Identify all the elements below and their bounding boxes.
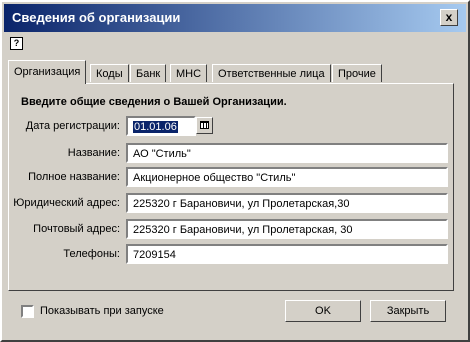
- tab-other[interactable]: Прочие: [332, 64, 382, 82]
- tab-mns[interactable]: МНС: [170, 64, 208, 82]
- help-icon[interactable]: ?: [10, 37, 23, 50]
- calendar-icon: [200, 121, 209, 129]
- name-label: Название:: [67, 147, 120, 159]
- postal-address-field[interactable]: 225320 г Барановичи, ул Пролетарская, 30: [126, 219, 448, 239]
- name-field[interactable]: АО "Стиль": [126, 143, 448, 163]
- show-on-start-label[interactable]: Показывать при запуске: [40, 305, 164, 317]
- registration-date-label: Дата регистрации:: [25, 120, 120, 132]
- full-name-field[interactable]: Акционерное общество "Стиль": [126, 167, 448, 187]
- registration-date-value: 01.01.06: [133, 121, 178, 133]
- window-title: Сведения об организации: [12, 10, 181, 25]
- phones-label: Телефоны:: [63, 248, 120, 260]
- show-on-start-checkbox[interactable]: [21, 305, 34, 318]
- close-window-button[interactable]: x: [440, 9, 458, 26]
- tab-codes[interactable]: Коды: [90, 64, 129, 82]
- registration-date-field[interactable]: 01.01.06: [126, 116, 196, 136]
- postal-address-label: Почтовый адрес:: [33, 223, 120, 235]
- tab-organization[interactable]: Организация: [8, 60, 87, 84]
- ok-button[interactable]: OK: [285, 300, 361, 322]
- legal-address-label: Юридический адрес:: [13, 197, 120, 209]
- phones-field[interactable]: 7209154: [126, 244, 448, 264]
- calendar-button[interactable]: [196, 117, 213, 134]
- title-bar: Сведения об организации x: [4, 4, 466, 32]
- section-heading: Введите общие сведения о Вашей Организац…: [21, 96, 287, 108]
- close-button[interactable]: Закрыть: [370, 300, 446, 322]
- full-name-label: Полное название:: [28, 171, 120, 183]
- legal-address-field[interactable]: 225320 г Барановичи, ул Пролетарская,30: [126, 193, 448, 213]
- tab-bank[interactable]: Банк: [130, 64, 167, 82]
- tab-responsible-persons[interactable]: Ответственные лица: [212, 64, 331, 82]
